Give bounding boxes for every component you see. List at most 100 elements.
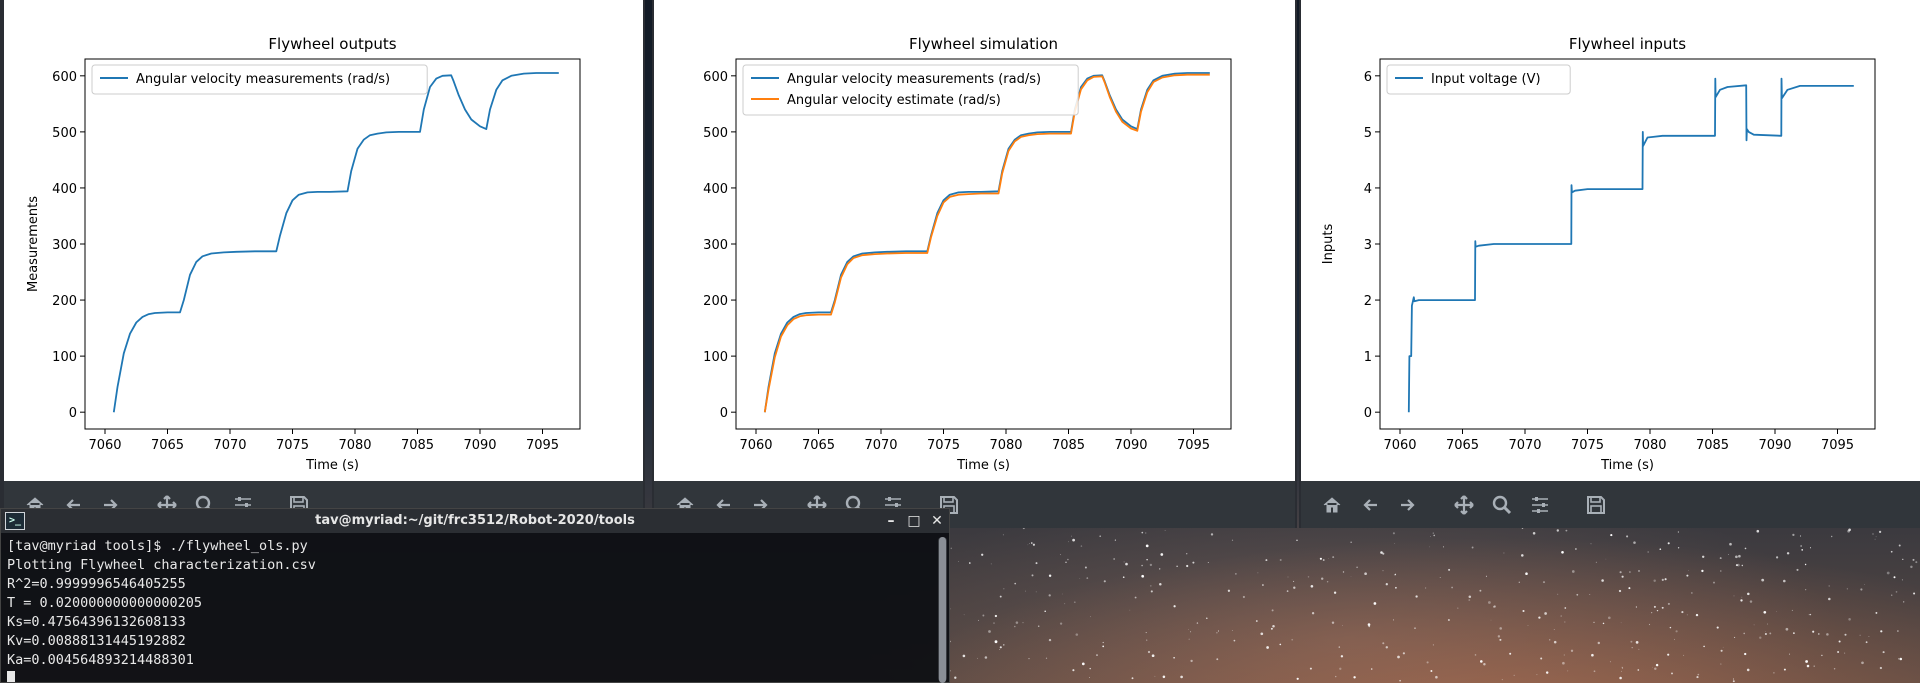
star xyxy=(1173,656,1175,659)
star xyxy=(1788,653,1791,655)
star xyxy=(1227,589,1231,592)
text-cursor xyxy=(7,671,15,682)
star xyxy=(1593,670,1596,673)
star xyxy=(1397,655,1400,659)
star xyxy=(1667,653,1670,656)
home-button[interactable] xyxy=(1317,490,1347,520)
plot-canvas[interactable]: Flywheel outputs 7060 7065 7070 7075 7080 7085… xyxy=(4,0,643,481)
star xyxy=(1471,546,1474,549)
star xyxy=(1538,616,1541,619)
star xyxy=(1399,679,1401,682)
close-button[interactable]: ✕ xyxy=(928,511,946,531)
star xyxy=(990,563,992,565)
figure-window-simulation[interactable]: Flywheel simulation 7060 7065 7070 7075 7080 7… xyxy=(652,0,1297,528)
terminal-prompt-line[interactable] xyxy=(7,670,929,682)
star xyxy=(1414,627,1416,629)
star xyxy=(1557,593,1559,595)
figure-window-outputs[interactable]: Flywheel outputs 7060 7065 7070 7075 7080 7085… xyxy=(0,0,645,528)
star xyxy=(1638,570,1640,572)
star xyxy=(1015,621,1019,624)
star xyxy=(1499,627,1502,630)
star xyxy=(1029,543,1030,544)
star xyxy=(1743,632,1745,635)
star xyxy=(1741,596,1743,598)
star xyxy=(1761,578,1765,582)
star xyxy=(1561,550,1564,554)
star xyxy=(1392,532,1395,535)
plot-canvas[interactable]: Flywheel simulation 7060 7065 7070 7075 7080 7… xyxy=(654,0,1295,481)
star xyxy=(1141,564,1143,567)
save-button[interactable] xyxy=(1581,490,1611,520)
star xyxy=(1188,638,1190,640)
star xyxy=(1805,660,1808,663)
star xyxy=(1493,605,1496,608)
maximize-button[interactable]: □ xyxy=(905,511,923,531)
star xyxy=(1045,657,1048,659)
star xyxy=(1048,574,1052,577)
star xyxy=(1618,589,1622,593)
x-tick-label: 7060 xyxy=(739,438,772,453)
star xyxy=(1648,623,1651,626)
star xyxy=(1231,539,1234,541)
y-tick-label: 600 xyxy=(52,70,77,85)
star xyxy=(1630,640,1633,643)
star xyxy=(1629,571,1631,573)
star xyxy=(1231,630,1233,631)
figure-window-inputs[interactable]: Flywheel inputs 7060 7065 7070 7075 7080 7085 7… xyxy=(1299,0,1920,528)
star xyxy=(1801,549,1804,551)
star xyxy=(1003,644,1005,646)
y-tick-label: 300 xyxy=(703,238,728,253)
x-axis-label: Time (s) xyxy=(956,458,1010,473)
star xyxy=(1296,539,1298,541)
star xyxy=(1728,554,1729,555)
star xyxy=(1791,609,1793,611)
star xyxy=(1575,548,1577,550)
star xyxy=(1176,565,1178,568)
minimize-button[interactable]: – xyxy=(882,511,900,531)
star xyxy=(1570,649,1574,652)
star xyxy=(1701,569,1704,573)
star xyxy=(1162,675,1166,679)
star xyxy=(1897,630,1899,632)
star xyxy=(1122,576,1125,579)
y-tick-label: 0 xyxy=(1364,406,1372,421)
terminal-window[interactable]: >_ tav@myriad:~/git/frc3512/Robot-2020/t… xyxy=(0,508,950,683)
forward-arrow-button[interactable] xyxy=(1393,490,1423,520)
star xyxy=(1102,641,1104,644)
star xyxy=(1084,566,1087,569)
terminal-titlebar[interactable]: >_ tav@myriad:~/git/frc3512/Robot-2020/t… xyxy=(1,509,949,533)
star xyxy=(1590,543,1592,545)
star xyxy=(1671,672,1673,675)
star xyxy=(1746,668,1750,672)
star xyxy=(1145,532,1147,534)
star xyxy=(1468,599,1471,601)
configure-subplots-button[interactable] xyxy=(1525,490,1555,520)
star xyxy=(1753,624,1755,626)
pan-button[interactable] xyxy=(1449,490,1479,520)
star xyxy=(1497,635,1501,638)
star xyxy=(1340,655,1344,658)
star xyxy=(1192,561,1195,564)
star xyxy=(1338,646,1341,648)
star xyxy=(1180,675,1183,679)
star xyxy=(1595,561,1597,563)
terminal-output[interactable]: [tav@myriad tools]$ ./flywheel_ols.py Pl… xyxy=(1,535,935,682)
terminal-scrollbar[interactable] xyxy=(938,537,947,683)
star xyxy=(1740,599,1743,602)
star xyxy=(1432,644,1434,646)
star xyxy=(1147,650,1151,654)
x-tick-label: 7085 xyxy=(401,438,434,453)
scrollbar-thumb[interactable] xyxy=(939,537,946,683)
star xyxy=(1735,564,1738,567)
plot-canvas[interactable]: Flywheel inputs 7060 7065 7070 7075 7080 7085 7… xyxy=(1301,0,1920,481)
x-tick-label: 7095 xyxy=(1177,438,1210,453)
star xyxy=(1448,568,1451,571)
zoom-button[interactable] xyxy=(1487,490,1517,520)
star xyxy=(1072,669,1075,672)
back-arrow-button[interactable] xyxy=(1355,490,1385,520)
star xyxy=(1216,631,1218,634)
x-tick-label: 7075 xyxy=(1571,438,1604,453)
y-tick-label: 400 xyxy=(52,182,77,197)
star xyxy=(1499,638,1502,641)
star xyxy=(1129,609,1131,611)
